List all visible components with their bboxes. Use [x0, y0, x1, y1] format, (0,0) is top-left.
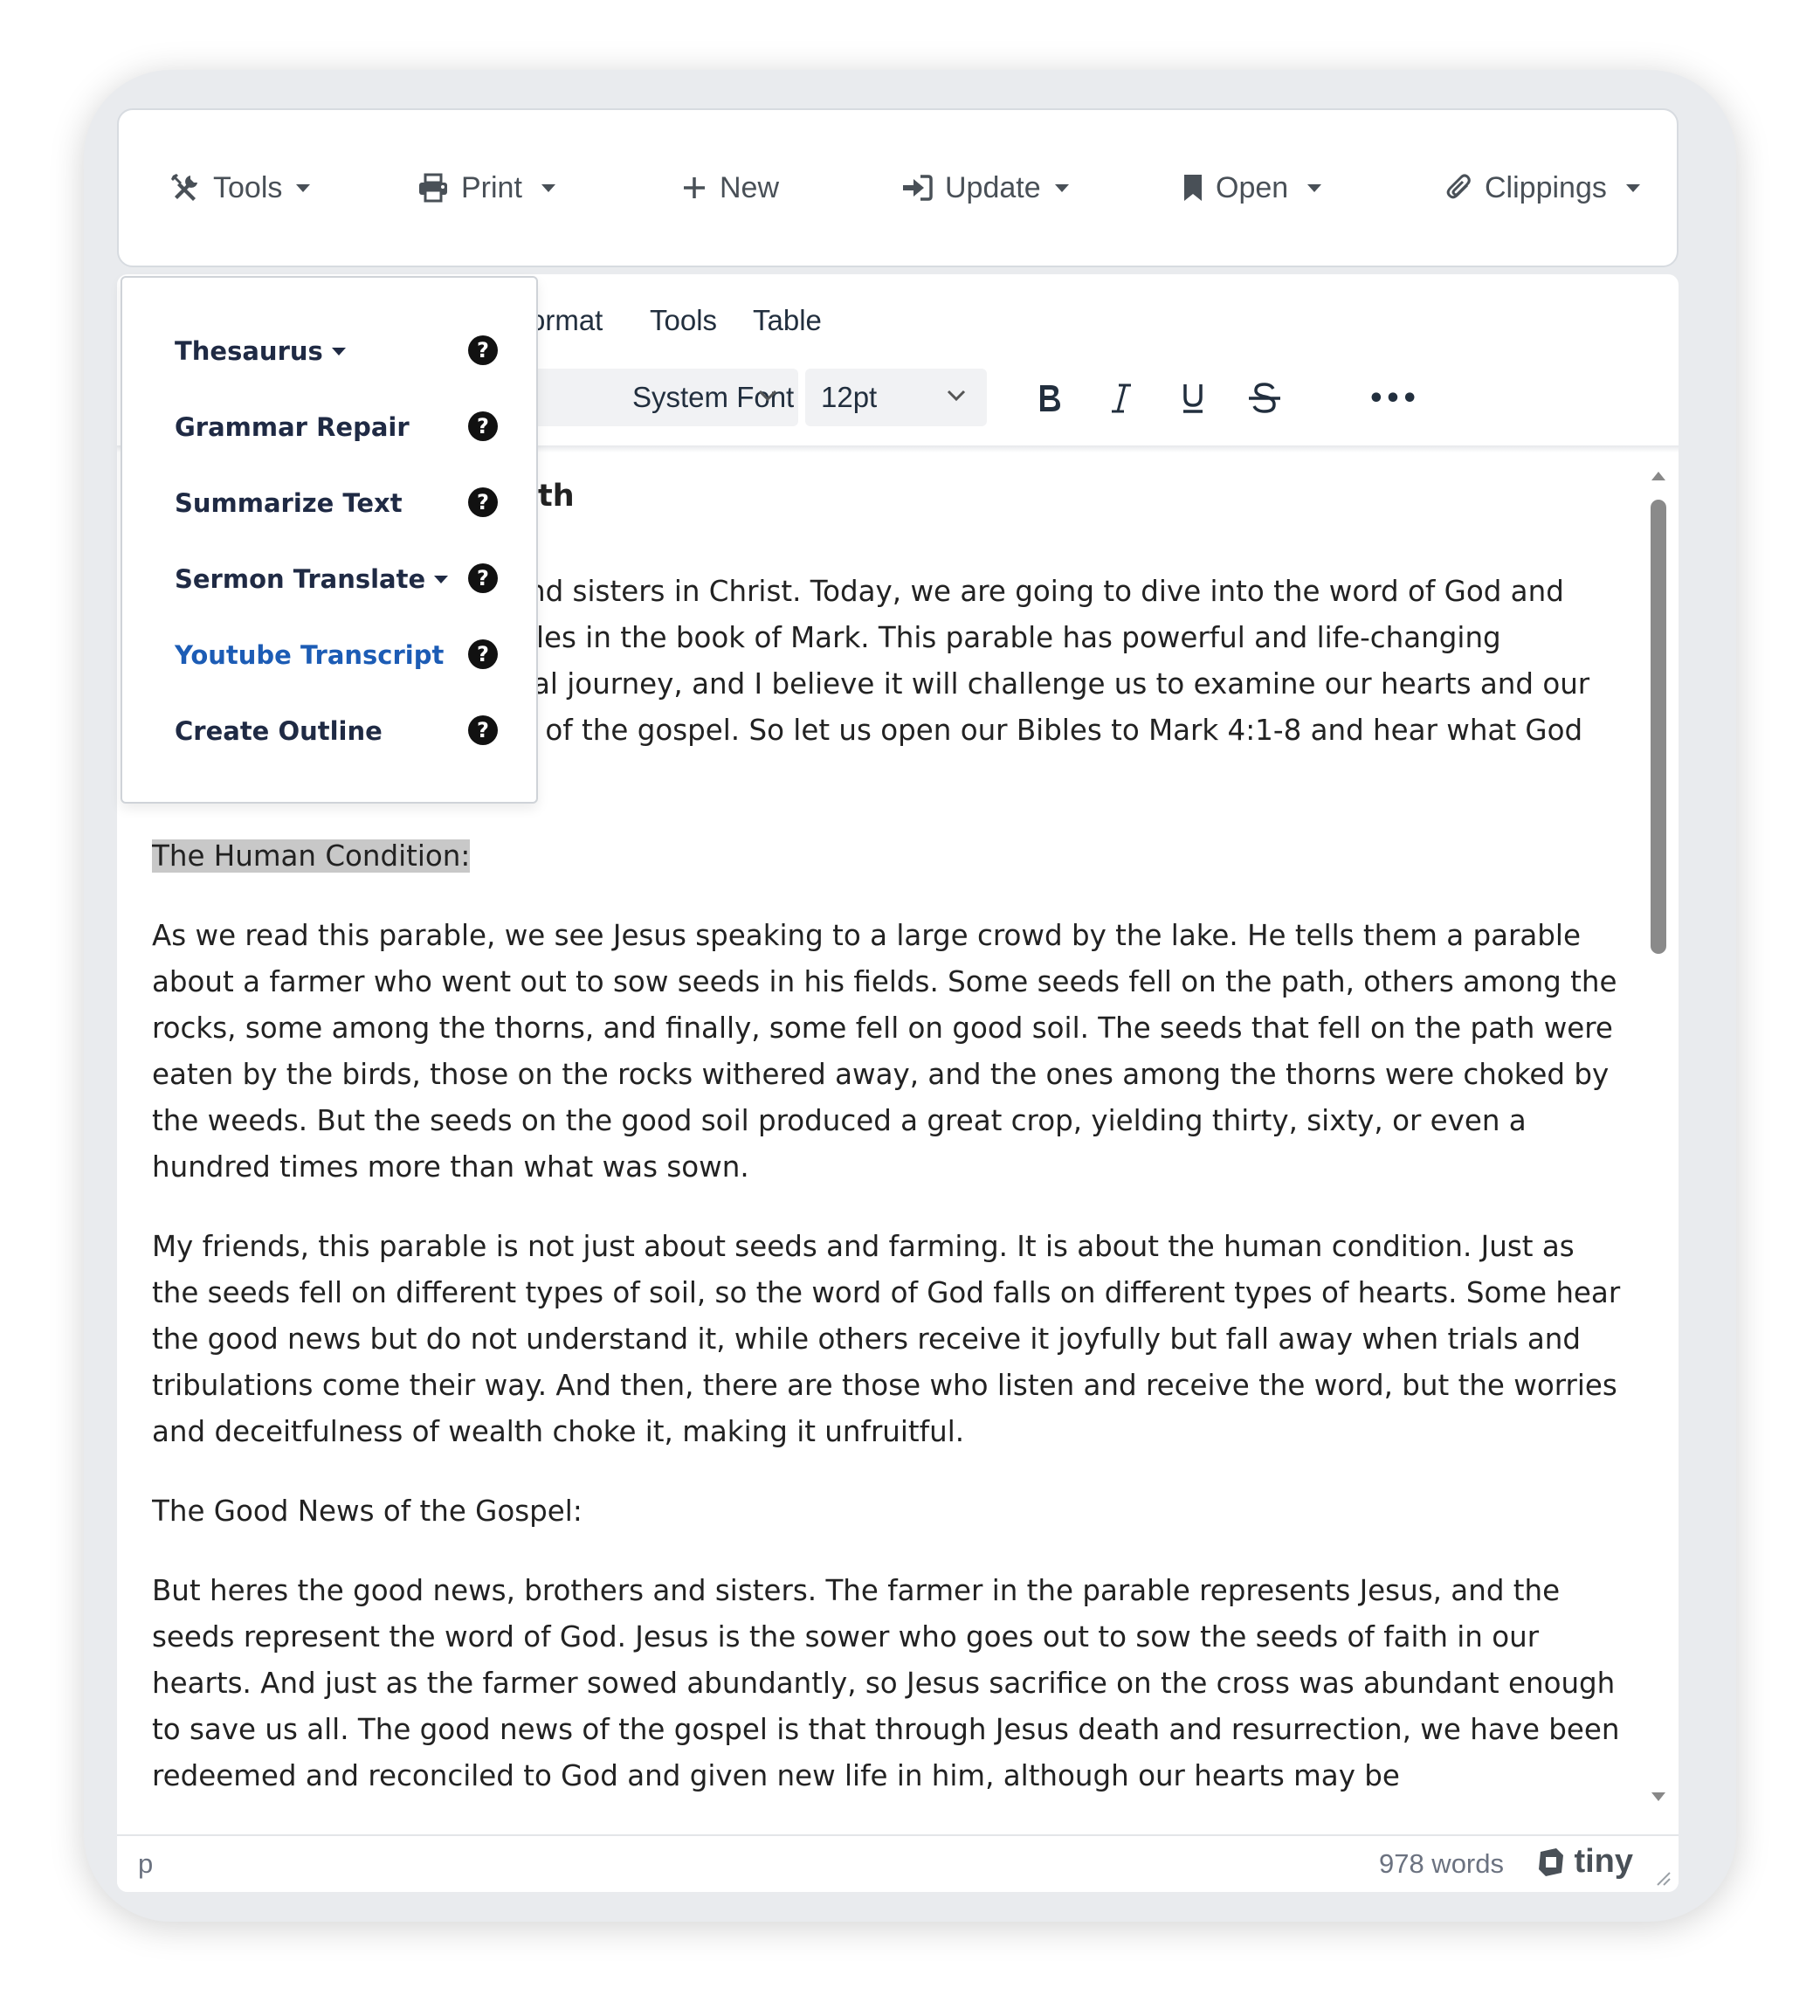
scroll-up-icon[interactable]	[1650, 468, 1667, 482]
tools-icon	[171, 174, 197, 201]
element-path[interactable]: p	[138, 1848, 153, 1880]
tiny-logo[interactable]: tiny	[1535, 1843, 1633, 1881]
underline-icon	[1183, 384, 1203, 413]
italic-icon	[1112, 383, 1131, 413]
tools-menu-label: Tools	[213, 170, 283, 204]
chevron-down-icon	[1054, 183, 1069, 192]
dropdown-item-summarize-text[interactable]: Summarize Text	[175, 477, 489, 529]
resize-handle-icon[interactable]	[1652, 1868, 1672, 1887]
new-button[interactable]: New	[681, 110, 779, 266]
tiny-logo-icon	[1539, 1847, 1564, 1876]
top-navbar: Tools Print New Update Open Clippings	[117, 108, 1679, 267]
help-icon[interactable]: ?	[468, 715, 498, 745]
printer-icon	[419, 173, 447, 203]
font-size-value: 12pt	[821, 381, 878, 413]
help-icon[interactable]: ?	[468, 487, 498, 517]
menu-tools[interactable]: Tools	[650, 304, 717, 337]
intro-fragment-3: al journey, and I believe it will challe…	[533, 667, 1590, 701]
more-icon: •••	[1368, 383, 1418, 414]
paragraph: But heres the good news, brothers and si…	[152, 1574, 1620, 1792]
strikethrough-button[interactable]	[1238, 372, 1291, 425]
chevron-down-icon	[331, 347, 346, 356]
help-icon[interactable]: ?	[468, 563, 498, 593]
clippings-menu-label: Clippings	[1485, 170, 1607, 204]
font-family-select[interactable]: System Font	[617, 369, 798, 426]
menu-table[interactable]: Table	[753, 304, 822, 337]
print-menu-button[interactable]: Print	[417, 110, 555, 266]
word-count[interactable]: 978 words	[1379, 1848, 1504, 1880]
dropdown-item-label: Summarize Text	[175, 488, 403, 518]
update-menu-label: Update	[945, 170, 1041, 204]
chevron-down-icon	[434, 575, 449, 583]
section-heading-good-news: The Good News of the Gospel:	[152, 1495, 583, 1528]
chevron-down-icon	[947, 390, 966, 402]
scroll-down-icon[interactable]	[1650, 1791, 1667, 1805]
print-menu-label: Print	[461, 170, 522, 204]
strikethrough-icon	[1249, 383, 1280, 413]
intro-fragment-2: les in the book of Mark. This parable ha…	[536, 621, 1501, 654]
dropdown-item-label: Grammar Repair	[175, 412, 410, 442]
chevron-down-icon	[296, 183, 311, 192]
chevron-down-icon	[758, 390, 777, 402]
selected-text: The Human Condition:	[152, 839, 471, 873]
bookmark-icon	[1184, 175, 1202, 201]
dropdown-item-label: Create Outline	[175, 716, 383, 746]
tiny-logo-text: tiny	[1574, 1843, 1633, 1880]
more-toolbar-button[interactable]: •••	[1362, 372, 1424, 425]
plus-icon	[684, 177, 705, 198]
dropdown-item-label: Sermon Translate	[175, 564, 426, 594]
chevron-down-icon	[541, 183, 555, 192]
underline-button[interactable]	[1167, 372, 1219, 425]
dropdown-item-youtube-transcript[interactable]: Youtube Transcript	[175, 629, 489, 681]
content-scrollbar[interactable]	[1649, 468, 1668, 1805]
editor-statusbar: p 978 words tiny	[117, 1834, 1679, 1892]
dropdown-item-thesaurus[interactable]: Thesaurus	[175, 325, 489, 377]
new-label: New	[720, 170, 780, 204]
bold-button[interactable]	[1024, 372, 1076, 425]
dropdown-item-sermon-translate[interactable]: Sermon Translate	[175, 553, 489, 605]
update-menu-button[interactable]: Update	[901, 110, 1069, 266]
intro-fragment-1: nd sisters in Christ. Today, we are goin…	[527, 575, 1564, 608]
paragraph: As we read this parable, we see Jesus sp…	[152, 919, 1617, 1184]
scrollbar-thumb[interactable]	[1651, 500, 1666, 954]
help-icon[interactable]: ?	[468, 335, 498, 365]
help-icon[interactable]: ?	[468, 411, 498, 441]
dropdown-item-create-outline[interactable]: Create Outline	[175, 705, 489, 757]
paragraph: My friends, this parable is not just abo…	[152, 1230, 1621, 1448]
dropdown-item-label: Youtube Transcript	[175, 640, 445, 670]
chevron-down-icon	[1625, 183, 1640, 192]
open-menu-button[interactable]: Open	[1182, 110, 1322, 266]
italic-button[interactable]	[1095, 372, 1148, 425]
open-menu-label: Open	[1216, 170, 1289, 204]
section-heading-human-condition: The Human Condition:	[152, 833, 1628, 880]
help-icon[interactable]: ?	[468, 639, 498, 669]
font-size-select[interactable]: 12pt	[805, 369, 987, 426]
tools-dropdown-menu: Thesaurus ? Grammar Repair ? Summarize T…	[121, 276, 538, 804]
tools-menu-button[interactable]: Tools	[169, 110, 311, 266]
chevron-down-icon	[1307, 183, 1322, 192]
bold-icon	[1040, 385, 1060, 411]
menu-format[interactable]: ormat	[529, 304, 603, 337]
dropdown-item-label: Thesaurus	[175, 336, 323, 366]
dropdown-item-grammar-repair[interactable]: Grammar Repair	[175, 401, 489, 453]
clippings-menu-button[interactable]: Clippings	[1446, 110, 1640, 266]
sign-in-icon	[903, 175, 933, 201]
paperclip-icon	[1446, 174, 1471, 199]
